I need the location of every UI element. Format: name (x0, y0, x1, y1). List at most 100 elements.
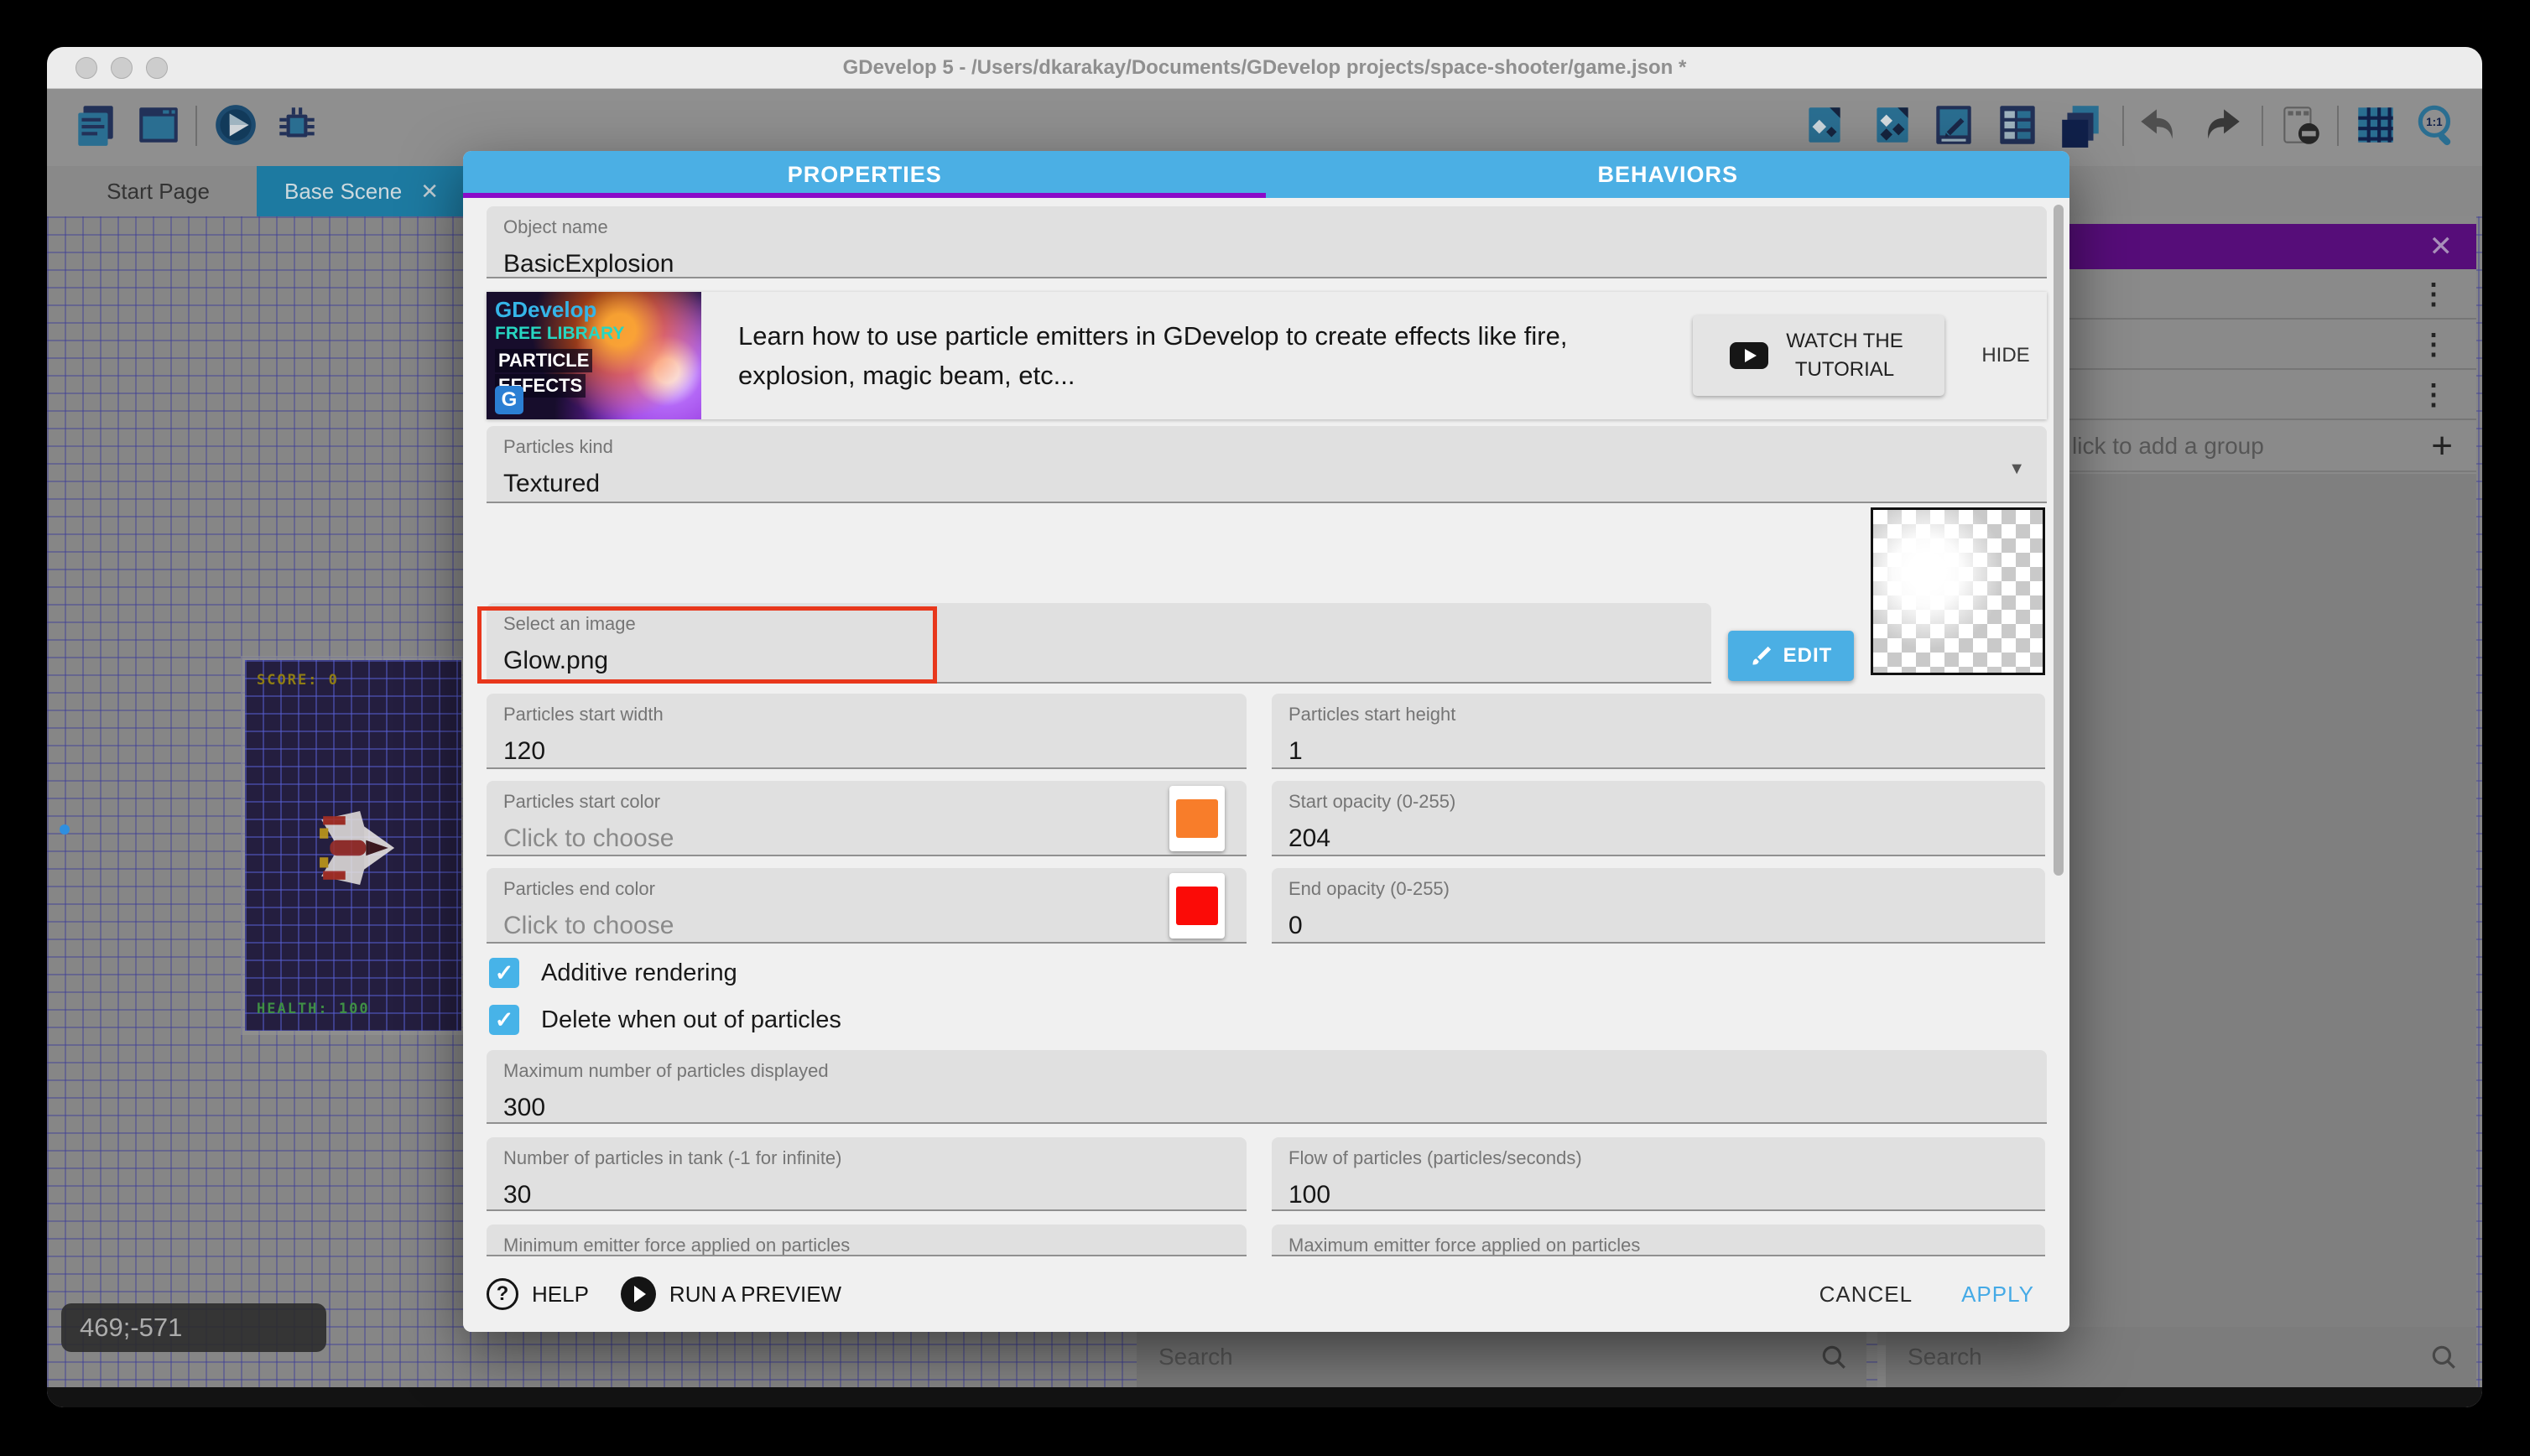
zoom-window-button[interactable] (146, 57, 168, 79)
grid-icon[interactable] (2351, 101, 2400, 149)
spaceship-sprite[interactable] (312, 809, 399, 887)
search-icon (1819, 1343, 1848, 1371)
checkbox-checked[interactable]: ✓ (489, 1005, 519, 1035)
instances-list-icon[interactable] (1993, 101, 2042, 149)
titlebar: GDevelop 5 - /Users/dkarakay/Documents/G… (47, 47, 2482, 89)
cancel-button[interactable]: CANCEL (1819, 1282, 1913, 1308)
particles-start-color-field[interactable]: Particles start color Click to choose (487, 781, 1247, 856)
end-color-swatch (1176, 887, 1218, 925)
chevron-down-icon: ▼ (2008, 460, 2025, 479)
score-text: SCORE: 0 (257, 672, 339, 689)
play-icon (621, 1277, 656, 1312)
help-label: HELP (532, 1282, 589, 1308)
project-manager-icon[interactable] (71, 101, 120, 149)
objects-list-icon[interactable] (1868, 101, 1917, 149)
help-button[interactable]: ? HELP (487, 1278, 589, 1310)
field-value: 1 (1288, 737, 2028, 766)
field-label: End opacity (0-255) (1288, 878, 2028, 900)
tab-behaviors[interactable]: BEHAVIORS (1267, 151, 2070, 198)
field-value: Textured (503, 470, 2030, 498)
thumb-text: GDevelop (495, 297, 596, 323)
hide-banner-button[interactable]: HIDE (1960, 292, 2052, 419)
close-tab-icon[interactable]: ✕ (420, 179, 439, 205)
field-label: Particles start width (503, 704, 1230, 725)
additive-rendering-checkbox-row: ✓ Additive rendering (489, 958, 737, 988)
dialog-scrollbar[interactable] (2054, 205, 2064, 876)
objects-search-input[interactable] (1137, 1344, 1819, 1370)
zoom-1-1-icon[interactable]: 1:1 (2413, 101, 2461, 149)
particles-end-color-field[interactable]: Particles end color Click to choose (487, 868, 1247, 944)
add-object-icon[interactable] (1800, 101, 1849, 149)
youtube-play-icon (1730, 342, 1768, 369)
field-label: Particles start color (503, 791, 1230, 813)
color-swatch-chip[interactable] (1169, 786, 1225, 851)
tutorial-banner: GDevelop FREE LIBRARY PARTICLE EFFECTS G… (487, 292, 2047, 419)
particles-flow-field[interactable]: Flow of particles (particles/seconds) 10… (1272, 1137, 2045, 1211)
kebab-menu-icon[interactable]: ⋮ (2419, 328, 2448, 361)
window-title: GDevelop 5 - /Users/dkarakay/Documents/G… (843, 56, 1687, 80)
particles-kind-select[interactable]: Particles kind Textured ▼ (487, 426, 2047, 503)
min-emitter-force-field[interactable]: Minimum emitter force applied on particl… (487, 1225, 1247, 1256)
toolbar-divider (195, 106, 197, 146)
plus-icon[interactable]: + (2431, 428, 2453, 465)
field-label: Minimum emitter force applied on particl… (503, 1235, 1230, 1256)
kebab-menu-icon[interactable]: ⋮ (2419, 378, 2448, 412)
start-color-swatch (1176, 799, 1218, 838)
end-opacity-field[interactable]: End opacity (0-255) 0 (1272, 868, 2045, 944)
checkbox-checked[interactable]: ✓ (489, 958, 519, 988)
kebab-menu-icon[interactable]: ⋮ (2419, 278, 2448, 311)
delete-when-out-checkbox-row: ✓ Delete when out of particles (489, 1005, 841, 1035)
window-bottom-edge (47, 1387, 2482, 1407)
toolbar-divider (2262, 106, 2263, 146)
gdevelop-logo: G (495, 386, 523, 414)
edit-properties-icon[interactable] (1929, 101, 1978, 149)
field-label: Maximum emitter force applied on particl… (1288, 1235, 2028, 1256)
search-icon (2429, 1343, 2458, 1371)
debugger-icon[interactable] (273, 101, 321, 149)
color-swatch-chip[interactable] (1169, 873, 1225, 939)
close-panel-icon[interactable]: ✕ (2429, 230, 2454, 263)
field-value: Click to choose (503, 912, 1230, 940)
close-window-button[interactable] (75, 57, 97, 79)
apply-button[interactable]: APPLY (1961, 1282, 2034, 1308)
run-preview-button[interactable]: RUN A PREVIEW (621, 1277, 841, 1312)
tab-base-scene[interactable]: Base Scene ✕ (257, 166, 466, 216)
start-opacity-field[interactable]: Start opacity (0-255) 204 (1272, 781, 2045, 856)
health-text: HEALTH: 100 (257, 1001, 370, 1017)
field-value: BasicExplosion (503, 250, 2030, 278)
tab-label: Start Page (107, 179, 210, 205)
tutorial-thumbnail[interactable]: GDevelop FREE LIBRARY PARTICLE EFFECTS G (487, 292, 701, 419)
undo-icon[interactable] (2134, 101, 2183, 149)
help-icon: ? (487, 1278, 518, 1310)
redo-icon[interactable] (2198, 101, 2246, 149)
field-value: 120 (503, 737, 1230, 766)
dialog-footer: ? HELP RUN A PREVIEW CANCEL APPLY (463, 1256, 2069, 1332)
toggle-mask-icon[interactable] (2276, 101, 2324, 149)
particles-start-height-field[interactable]: Particles start height 1 (1272, 694, 2045, 769)
svg-text:1:1: 1:1 (2426, 116, 2443, 128)
checkbox-label: Additive rendering (541, 959, 737, 987)
minimize-window-button[interactable] (111, 57, 133, 79)
field-label: Object name (503, 216, 2030, 238)
selection-handle-dot[interactable] (60, 824, 70, 835)
particles-tank-field[interactable]: Number of particles in tank (-1 for infi… (487, 1137, 1247, 1211)
toolbar-divider (2122, 106, 2124, 146)
tab-start-page[interactable]: Start Page (64, 166, 252, 216)
layers-icon[interactable] (2057, 101, 2106, 149)
object-name-field[interactable]: Object name BasicExplosion (487, 206, 2047, 278)
particles-start-width-field[interactable]: Particles start width 120 (487, 694, 1247, 769)
groups-search-input[interactable] (1886, 1344, 2429, 1370)
play-preview-icon[interactable] (211, 101, 260, 149)
field-label: Start opacity (0-255) (1288, 791, 2028, 813)
tab-label: Base Scene (284, 179, 402, 205)
annotation-highlight-rectangle (477, 606, 937, 684)
scene-editor-icon[interactable] (134, 101, 183, 149)
brush-icon (1750, 644, 1773, 668)
edit-image-button[interactable]: EDIT (1728, 631, 1854, 681)
coordinates-value: 469;-571 (80, 1313, 182, 1343)
tab-properties[interactable]: PROPERTIES (463, 151, 1267, 198)
watch-tutorial-button[interactable]: WATCH THE TUTORIAL (1693, 315, 1944, 396)
max-particles-field[interactable]: Maximum number of particles displayed 30… (487, 1050, 2047, 1124)
max-emitter-force-field[interactable]: Maximum emitter force applied on particl… (1272, 1225, 2045, 1256)
active-tab-indicator (463, 193, 1266, 198)
